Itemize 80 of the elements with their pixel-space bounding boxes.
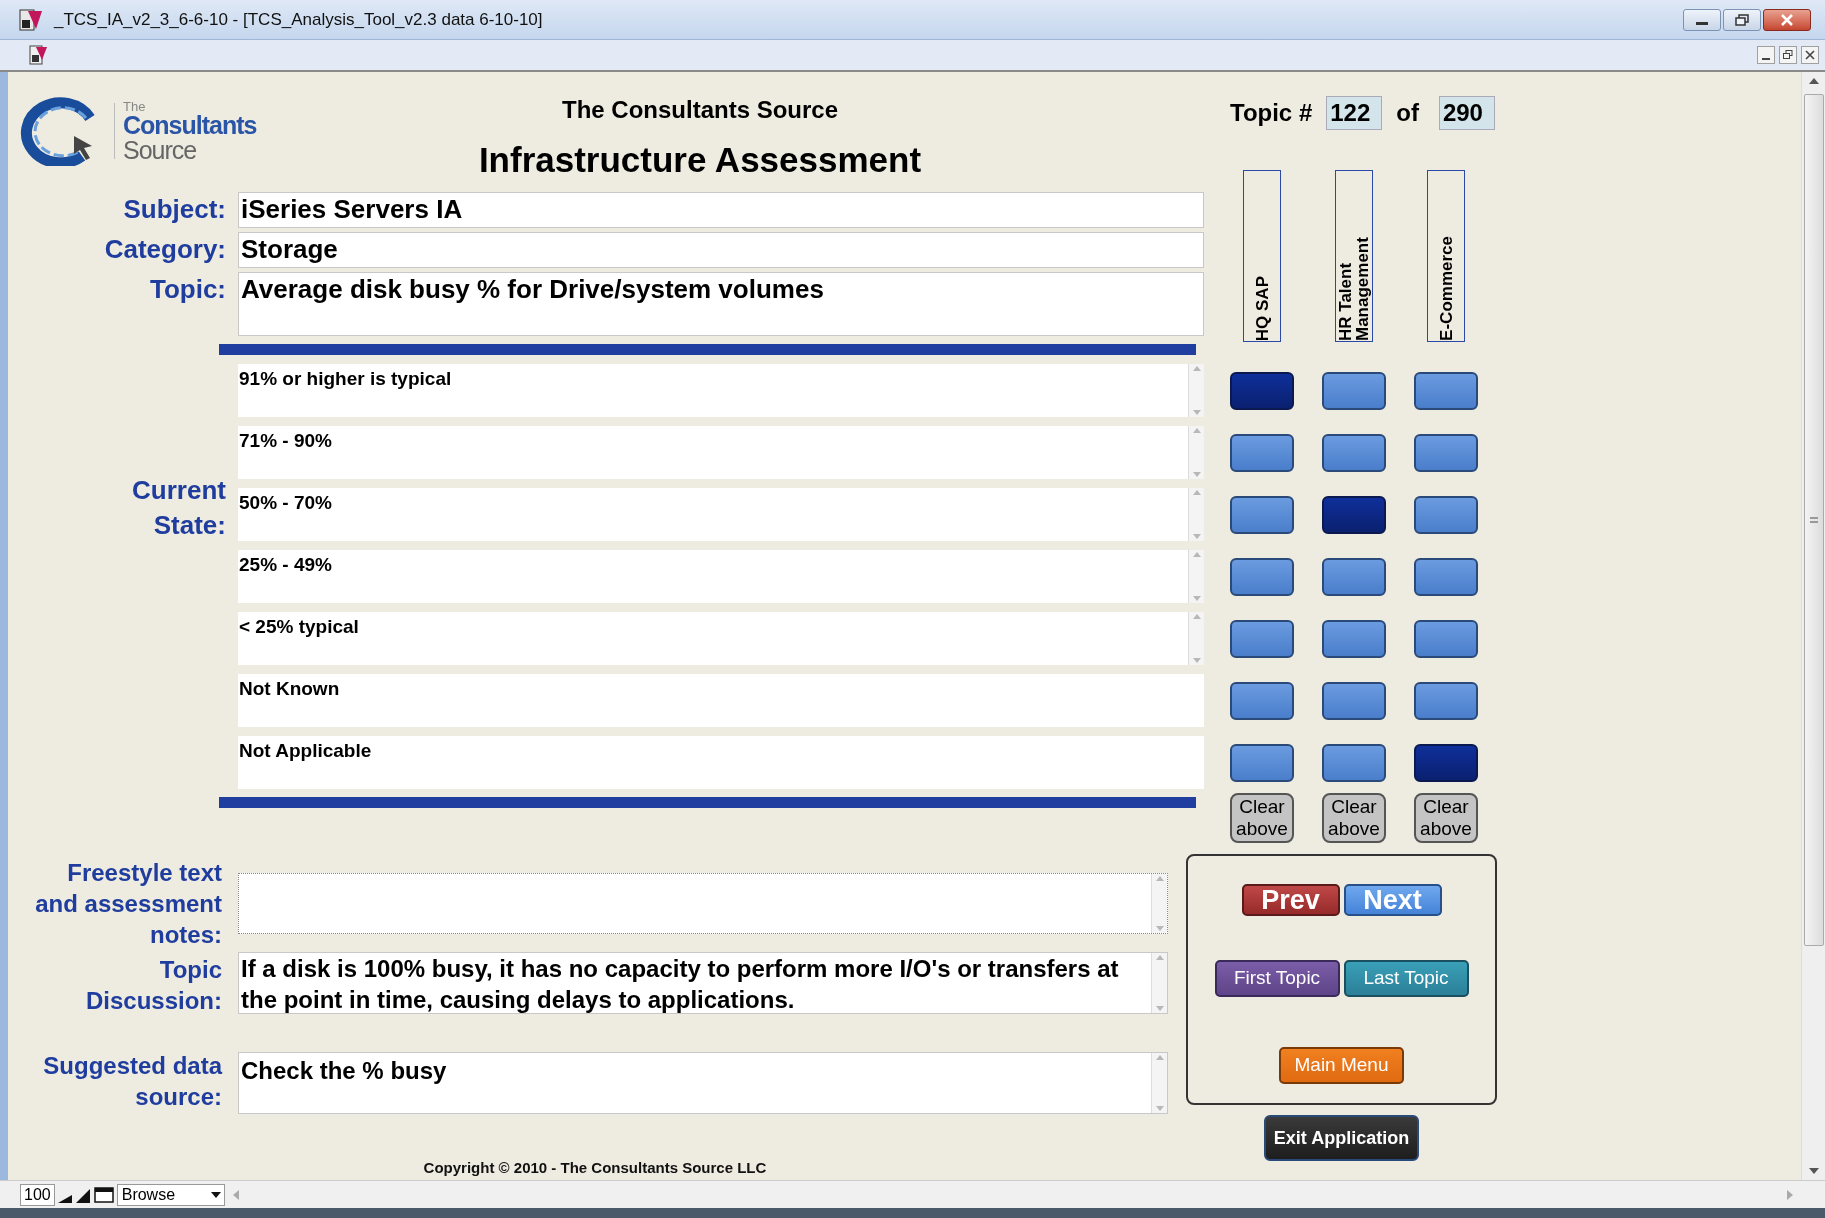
text-field[interactable]: Storage xyxy=(238,232,1204,268)
close-icon xyxy=(1805,50,1815,60)
choice-button[interactable] xyxy=(1322,743,1386,782)
topic-number-field[interactable]: 122 xyxy=(1326,96,1383,130)
choice-button[interactable] xyxy=(1414,681,1478,720)
logo-text: Consultants xyxy=(123,112,257,138)
restore-button[interactable] xyxy=(1723,8,1761,31)
minimize-button[interactable] xyxy=(1757,46,1775,64)
choice-button[interactable] xyxy=(1414,371,1478,410)
field-label: Topic Discussion: xyxy=(84,954,222,1016)
column-header: E-Commerce xyxy=(1427,170,1465,342)
document-icon[interactable] xyxy=(28,44,48,66)
close-button[interactable] xyxy=(1801,46,1819,64)
topic-total-field[interactable]: 290 xyxy=(1438,96,1495,130)
choice-button[interactable] xyxy=(1230,371,1294,410)
restore-icon xyxy=(1783,50,1793,60)
app-icon xyxy=(18,7,44,32)
choice-button[interactable] xyxy=(1322,371,1386,410)
field-label: Category: xyxy=(103,233,226,266)
option-box: Not Known xyxy=(238,674,1204,727)
window-icon[interactable] xyxy=(93,1186,114,1203)
choice-button[interactable] xyxy=(1322,681,1386,720)
choice-button[interactable] xyxy=(1230,681,1294,720)
last-button[interactable]: Last Topic xyxy=(1343,960,1469,997)
choice-button[interactable] xyxy=(1322,619,1386,658)
column-header: HR Talent Management xyxy=(1335,170,1373,342)
text-field[interactable]: iSeries Servers IA xyxy=(238,192,1204,228)
mode-dropdown[interactable]: Browse xyxy=(116,1183,225,1206)
data-source-field[interactable]: Check the % busy xyxy=(238,1052,1168,1115)
restore-button[interactable] xyxy=(1779,46,1797,64)
choice-button[interactable] xyxy=(1322,495,1386,534)
choice-button[interactable] xyxy=(1414,743,1478,782)
section-label: Current State: xyxy=(131,474,226,542)
first-button[interactable]: First Topic xyxy=(1214,960,1340,997)
option-box: Not Applicable xyxy=(238,736,1204,789)
field-label: Subject: xyxy=(122,193,226,226)
discussion-field[interactable]: If a disk is 100% busy, it has no capacity to perform more I/O's or transfers at the point in time, causing delays to applications. xyxy=(238,951,1168,1014)
restore-icon xyxy=(1735,13,1749,26)
exit-button[interactable]: Exit Application xyxy=(1263,1115,1420,1161)
option-box: 50% - 70% xyxy=(238,488,1204,541)
clear-button[interactable]: Clear above xyxy=(1322,793,1386,843)
choice-button[interactable] xyxy=(1322,557,1386,596)
choice-button[interactable] xyxy=(1230,619,1294,658)
scroll-down-icon[interactable] xyxy=(1808,1168,1819,1174)
field-label: Freestyle text and assessment notes: xyxy=(34,858,222,943)
clear-button[interactable]: Clear above xyxy=(1230,793,1294,843)
text-field[interactable]: Average disk busy % for Drive/system volumes xyxy=(238,272,1204,336)
column-header: HQ SAP xyxy=(1243,170,1281,342)
scroll-up-icon[interactable] xyxy=(1808,78,1819,84)
page-heading: Infrastructure Assessment xyxy=(478,139,922,181)
company-name: The Consultants Source xyxy=(561,95,838,125)
choice-button[interactable] xyxy=(1230,495,1294,534)
logo-text: The xyxy=(123,99,147,113)
prev-button[interactable]: Prev xyxy=(1241,884,1340,916)
choice-button[interactable] xyxy=(1230,557,1294,596)
close-icon xyxy=(1780,13,1794,26)
choice-button[interactable] xyxy=(1414,557,1478,596)
option-box: 91% or higher is typical xyxy=(238,364,1204,417)
clear-button[interactable]: Clear above xyxy=(1414,793,1478,843)
option-box: < 25% typical xyxy=(238,612,1204,665)
dropdown-arrow-icon[interactable] xyxy=(210,1191,221,1198)
close-button[interactable] xyxy=(1763,8,1811,31)
choice-button[interactable] xyxy=(1230,743,1294,782)
choice-button[interactable] xyxy=(1414,495,1478,534)
choice-button[interactable] xyxy=(1414,619,1478,658)
logo-text: Source xyxy=(123,137,198,163)
choice-button[interactable] xyxy=(1322,433,1386,472)
copyright-text: Copyright © 2010 - The Consultants Source LLC xyxy=(423,1158,767,1178)
field-label: Topic: xyxy=(148,273,226,306)
topic-number-label: Topic # xyxy=(1230,98,1313,128)
window-title: _TCS_IA_v2_3_6-6-10 - [TCS_Analysis_Tool_v2.3 data 6-10-10] xyxy=(54,8,543,31)
of-label: of xyxy=(1396,98,1419,128)
mode-value: Browse xyxy=(121,1184,176,1205)
zoom-level[interactable]: 100 xyxy=(20,1183,55,1206)
option-box: 25% - 49% xyxy=(238,550,1204,603)
minimize-button[interactable] xyxy=(1683,8,1721,31)
choice-button[interactable] xyxy=(1414,433,1478,472)
option-box: 71% - 90% xyxy=(238,426,1204,479)
field-label: Suggested data source: xyxy=(42,1051,222,1113)
choice-button[interactable] xyxy=(1230,433,1294,472)
